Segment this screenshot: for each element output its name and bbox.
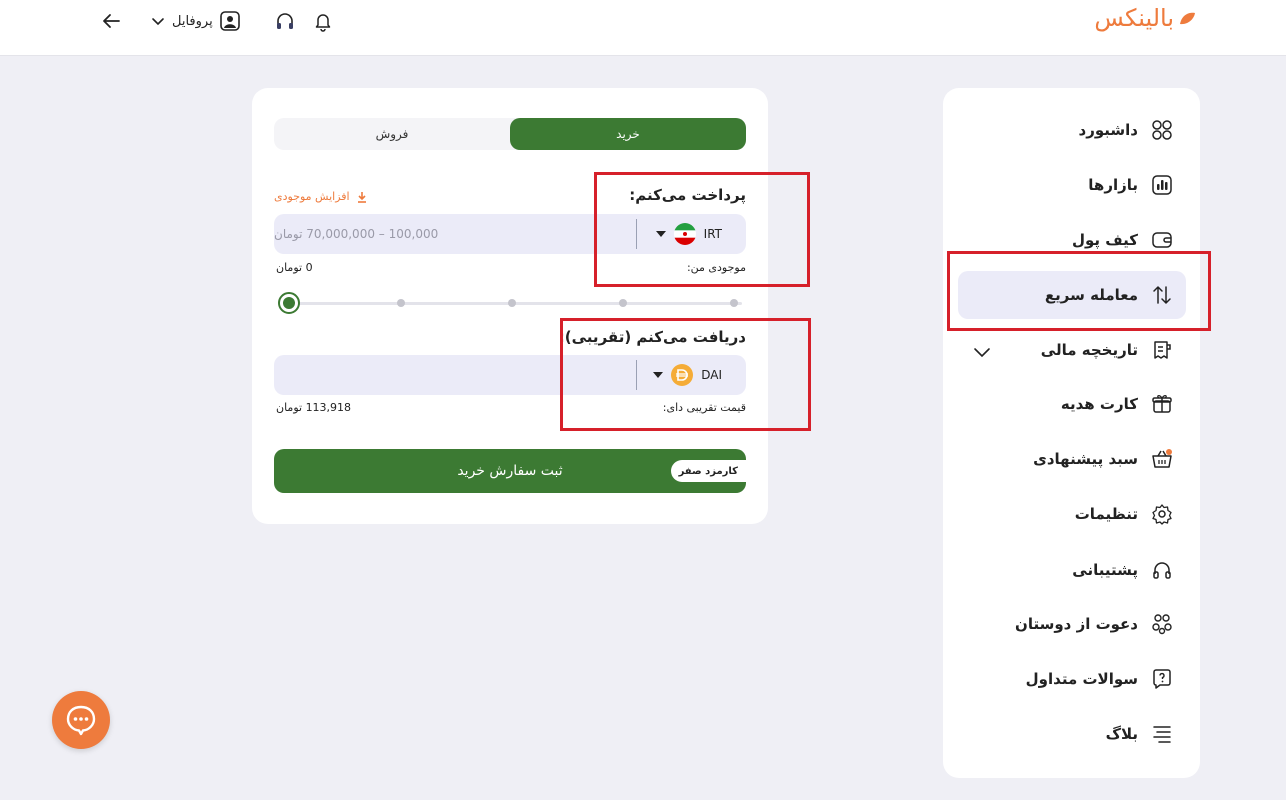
profile-label: پروفایل <box>172 13 213 29</box>
headphones-icon[interactable] <box>272 8 298 34</box>
sidebar-item-label: سبد پیشنهادی <box>1033 450 1138 468</box>
sidebar-item-label: بازارها <box>1088 176 1138 194</box>
sidebar-item-blog[interactable]: بلاگ <box>958 710 1186 758</box>
blog-icon <box>1150 722 1174 746</box>
sidebar-item-label: دعوت از دوستان <box>1015 615 1138 633</box>
chevron-down-icon <box>152 18 164 26</box>
slider-step[interactable] <box>508 299 516 307</box>
sidebar-item-faq[interactable]: سوالات متداول <box>958 655 1186 703</box>
slider-step[interactable] <box>730 299 738 307</box>
sidebar-item-dashboard[interactable]: داشبورد <box>958 106 1186 154</box>
submit-label: ثبت سفارش خرید <box>457 463 563 479</box>
grid-icon <box>1150 118 1174 142</box>
leaf-icon <box>1180 12 1195 25</box>
gift-icon <box>1150 392 1174 416</box>
sidebar-item-support[interactable]: پشتیبانی <box>958 546 1186 594</box>
sidebar-item-invite-friends[interactable]: دعوت از دوستان <box>958 600 1186 648</box>
sidebar-item-label: سوالات متداول <box>1025 670 1138 688</box>
basket-icon <box>1150 447 1174 471</box>
invite-icon <box>1150 612 1174 636</box>
sidebar-item-label: بلاگ <box>1105 725 1138 743</box>
chat-icon <box>66 705 96 736</box>
bell-icon[interactable] <box>310 8 336 34</box>
brand-name: بالینکس <box>1094 4 1174 32</box>
wallet-icon <box>1150 228 1174 252</box>
quick-trade-card: خرید فروش پرداخت می‌کنم: افزایش موجودی 1… <box>252 88 768 524</box>
faq-icon <box>1150 667 1174 691</box>
slider-handle[interactable] <box>278 292 300 314</box>
sidebar-item-gift-card[interactable]: کارت هدیه <box>958 380 1186 428</box>
highlight-box-quick-trade <box>947 251 1211 331</box>
chat-button[interactable] <box>52 691 110 749</box>
sidebar-item-label: کیف پول <box>1072 231 1138 249</box>
zero-fee-badge: کارمزد صفر <box>670 460 746 482</box>
price-value: 113,918 تومان <box>276 401 352 414</box>
sidebar-item-label: پشتیبانی <box>1072 561 1138 579</box>
sidebar-item-settings[interactable]: تنظیمات <box>958 490 1186 538</box>
chevron-down-icon[interactable] <box>971 341 993 363</box>
slider-step[interactable] <box>619 299 627 307</box>
balance-value: 0 تومان <box>276 261 313 274</box>
tab-buy[interactable]: خرید <box>510 118 746 150</box>
back-arrow-icon[interactable] <box>98 8 124 34</box>
sidebar-item-label: کارت هدیه <box>1060 395 1138 413</box>
sidebar: داشبورد بازارها کیف پول معامله سریع تاری… <box>943 88 1200 778</box>
receipt-icon <box>1150 338 1174 362</box>
headphones-icon <box>1150 558 1174 582</box>
amount-slider[interactable] <box>278 292 742 314</box>
profile-menu[interactable]: پروفایل <box>150 8 241 34</box>
trade-tabs: خرید فروش <box>274 118 746 150</box>
highlight-box-receive <box>560 318 811 431</box>
top-up-link[interactable]: افزایش موجودی <box>274 190 368 203</box>
top-bar: بالینکس پروفایل <box>0 0 1286 56</box>
highlight-box-pay <box>594 172 810 287</box>
sidebar-item-label: تاریخچه مالی <box>1040 341 1138 359</box>
sidebar-item-markets[interactable]: بازارها <box>958 161 1186 209</box>
pay-amount-input[interactable]: 100,000 – 70,000,000 تومان <box>274 214 628 254</box>
brand-logo[interactable]: بالینکس <box>1086 4 1196 36</box>
tab-sell[interactable]: فروش <box>274 118 510 150</box>
submit-buy-button[interactable]: ثبت سفارش خرید کارمزد صفر <box>274 449 746 493</box>
gear-icon <box>1150 502 1174 526</box>
chart-icon <box>1150 173 1174 197</box>
download-icon <box>357 191 366 203</box>
slider-step[interactable] <box>397 299 405 307</box>
sidebar-item-suggested-basket[interactable]: سبد پیشنهادی <box>958 435 1186 483</box>
user-icon <box>219 11 240 31</box>
sidebar-item-label: داشبورد <box>1078 121 1138 139</box>
sidebar-item-label: تنظیمات <box>1074 505 1138 523</box>
top-up-label: افزایش موجودی <box>274 190 350 203</box>
